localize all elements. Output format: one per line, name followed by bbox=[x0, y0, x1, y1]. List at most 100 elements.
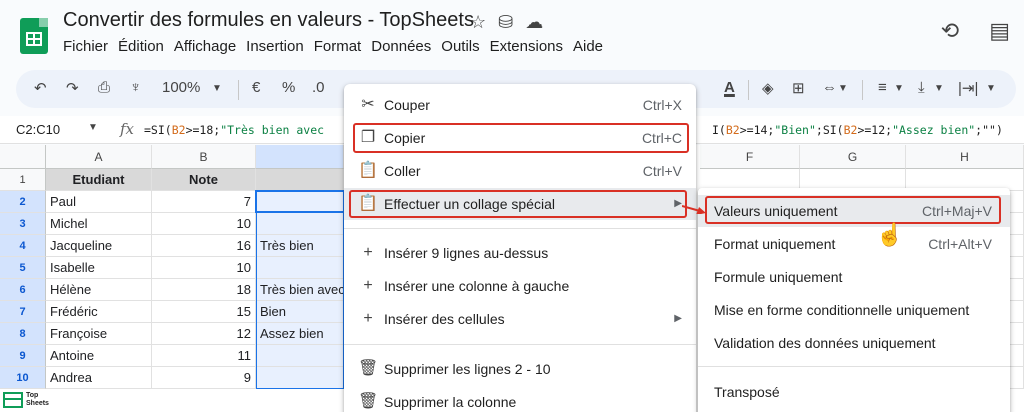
name-box-chevron-down-icon[interactable]: ▼ bbox=[88, 122, 98, 133]
row-header-9[interactable]: 9 bbox=[0, 345, 46, 367]
percent-format-button[interactable]: % bbox=[282, 79, 295, 96]
menu-item-coller[interactable]: 📋 Coller Ctrl+V bbox=[344, 155, 696, 187]
cell-a7[interactable]: Frédéric bbox=[46, 301, 152, 323]
column-header-h[interactable]: H bbox=[906, 145, 1024, 169]
formula-input[interactable]: =SI(B2>=18;"Très bien avec bbox=[144, 123, 324, 137]
cell-b5[interactable]: 10 bbox=[152, 257, 256, 279]
cell-b10[interactable]: 9 bbox=[152, 367, 256, 389]
name-box[interactable]: C2:C10 bbox=[16, 122, 60, 137]
menu-item-effectuer-un-collage-sp-cial[interactable]: 📋 Effectuer un collage spécial ▶ bbox=[344, 188, 696, 220]
cell-a6[interactable]: Hélène bbox=[46, 279, 152, 301]
row-header-1[interactable]: 1 bbox=[0, 169, 46, 191]
row-header-7[interactable]: 7 bbox=[0, 301, 46, 323]
row-header-10[interactable]: 10 bbox=[0, 367, 46, 389]
cell-a2[interactable]: Paul bbox=[46, 191, 152, 213]
valign-chevron-down-icon[interactable]: ▼ bbox=[934, 83, 944, 94]
vertical-align-icon[interactable]: ⤓ bbox=[918, 79, 925, 96]
star-icon[interactable]: ☆ bbox=[470, 12, 486, 33]
menu-fichier[interactable]: Fichier bbox=[63, 38, 116, 55]
cell-c1[interactable] bbox=[256, 169, 344, 191]
column-header-b[interactable]: B bbox=[152, 145, 256, 169]
comments-icon[interactable]: ▤ bbox=[989, 18, 1010, 44]
cell-b1[interactable]: Note bbox=[152, 169, 256, 191]
cell-a1[interactable]: Etudiant bbox=[46, 169, 152, 191]
row-header-3[interactable]: 3 bbox=[0, 213, 46, 235]
cell-a4[interactable]: Jacqueline bbox=[46, 235, 152, 257]
align-left-icon[interactable]: ≡ bbox=[878, 79, 887, 96]
menu-insertion[interactable]: Insertion bbox=[246, 38, 312, 55]
menu-item-couper[interactable]: ✂ Couper Ctrl+X bbox=[344, 89, 696, 121]
row-header-2[interactable]: 2 bbox=[0, 191, 46, 213]
menu-aide[interactable]: Aide bbox=[573, 38, 611, 55]
column-header-g[interactable]: G bbox=[800, 145, 906, 169]
row-header-6[interactable]: 6 bbox=[0, 279, 46, 301]
currency-format-button[interactable]: € bbox=[252, 79, 260, 96]
cell-c3[interactable] bbox=[256, 213, 344, 235]
undo-icon[interactable]: ↶ bbox=[34, 79, 47, 97]
column-header-c[interactable] bbox=[256, 145, 344, 169]
cell-b9[interactable]: 11 bbox=[152, 345, 256, 367]
submenu-item-formule-uniquement[interactable]: Formule uniquement bbox=[698, 261, 1010, 293]
submenu-item-validation-des-donn-es-uniquement[interactable]: Validation des données uniquement bbox=[698, 327, 1010, 359]
menu-item-copier[interactable]: ❐ Copier Ctrl+C bbox=[344, 122, 696, 154]
cell-a3[interactable]: Michel bbox=[46, 213, 152, 235]
paint-format-icon[interactable]: ♆ bbox=[130, 79, 141, 96]
formula-input-tail[interactable]: I(B2>=14;"Bien";SI(B2>=12;"Assez bien";"… bbox=[712, 123, 1003, 137]
row-header-8[interactable]: 8 bbox=[0, 323, 46, 345]
document-title[interactable]: Convertir des formules en valeurs - TopS… bbox=[63, 9, 474, 32]
wrap-chevron-down-icon[interactable]: ▼ bbox=[986, 83, 996, 94]
merge-chevron-down-icon[interactable]: ▼ bbox=[838, 83, 848, 94]
menu-edition[interactable]: Édition bbox=[118, 38, 172, 55]
column-header-f[interactable]: F bbox=[700, 145, 800, 169]
redo-icon[interactable]: ↷ bbox=[66, 79, 79, 97]
history-icon[interactable]: ⟲ bbox=[941, 18, 959, 44]
print-icon[interactable]: ⎙ bbox=[98, 79, 110, 96]
menu-extensions[interactable]: Extensions bbox=[490, 38, 571, 55]
menu-format[interactable]: Format bbox=[314, 38, 370, 55]
sheets-logo-icon[interactable] bbox=[20, 18, 48, 54]
zoom-select[interactable]: 100% bbox=[162, 79, 200, 96]
text-wrap-icon[interactable]: |⇥| bbox=[958, 79, 978, 97]
cell-c9[interactable] bbox=[256, 345, 344, 367]
cell-c10[interactable] bbox=[256, 367, 344, 389]
menu-item-ins-rer-9-lignes-au-dessus[interactable]: + Insérer 9 lignes au-dessus bbox=[344, 237, 696, 269]
borders-icon[interactable]: ⊞ bbox=[792, 79, 805, 97]
submenu-item-transpos[interactable]: Transposé bbox=[698, 376, 1010, 408]
select-all-corner[interactable] bbox=[0, 145, 46, 169]
submenu-item-format-uniquement[interactable]: Format uniquement Ctrl+Alt+V bbox=[698, 228, 1010, 260]
menu-item-supprimer-la-colonne[interactable]: 🗑 Supprimer la colonne bbox=[344, 386, 696, 412]
menu-donnees[interactable]: Données bbox=[371, 38, 439, 55]
cell-a9[interactable]: Antoine bbox=[46, 345, 152, 367]
submenu-item-valeurs-uniquement[interactable]: Valeurs uniquement Ctrl+Maj+V bbox=[698, 195, 1010, 227]
fill-color-icon[interactable]: ◈ bbox=[762, 79, 774, 97]
cell-b3[interactable]: 10 bbox=[152, 213, 256, 235]
cell-c8[interactable]: Assez bien bbox=[256, 323, 344, 345]
row-header-4[interactable]: 4 bbox=[0, 235, 46, 257]
menu-item-supprimer-les-lignes-2-10[interactable]: 🗑 Supprimer les lignes 2 - 10 bbox=[344, 353, 696, 385]
menu-item-ins-rer-une-colonne-gauche[interactable]: + Insérer une colonne à gauche bbox=[344, 270, 696, 302]
cell-b6[interactable]: 18 bbox=[152, 279, 256, 301]
merge-cells-icon[interactable]: ⇔ bbox=[822, 79, 837, 96]
menu-item-ins-rer-des-cellules[interactable]: + Insérer des cellules ▶ bbox=[344, 303, 696, 335]
cell-c4[interactable]: Très bien bbox=[256, 235, 344, 257]
cell-b8[interactable]: 12 bbox=[152, 323, 256, 345]
cell-b4[interactable]: 16 bbox=[152, 235, 256, 257]
cell-a5[interactable]: Isabelle bbox=[46, 257, 152, 279]
cell-b7[interactable]: 15 bbox=[152, 301, 256, 323]
cell-a8[interactable]: Françoise bbox=[46, 323, 152, 345]
zoom-chevron-down-icon[interactable]: ▼ bbox=[212, 83, 222, 94]
cell-c5[interactable] bbox=[256, 257, 344, 279]
row-header-5[interactable]: 5 bbox=[0, 257, 46, 279]
menu-outils[interactable]: Outils bbox=[441, 38, 487, 55]
cell-c2[interactable] bbox=[256, 191, 344, 213]
cell-c6[interactable]: Très bien avec bbox=[256, 279, 345, 301]
decrease-decimal-button[interactable]: .0 bbox=[312, 79, 325, 96]
column-header-a[interactable]: A bbox=[46, 145, 152, 169]
cloud-status-icon[interactable]: ☁ bbox=[525, 12, 543, 33]
text-color-button[interactable]: A bbox=[724, 79, 735, 96]
align-chevron-down-icon[interactable]: ▼ bbox=[894, 83, 904, 94]
cell-c7[interactable]: Bien bbox=[256, 301, 344, 323]
move-folder-icon[interactable]: ⛁ bbox=[498, 12, 513, 33]
menu-affichage[interactable]: Affichage bbox=[174, 38, 244, 55]
submenu-item-mise-en-forme-conditionnelle-uniquement[interactable]: Mise en forme conditionnelle uniquement bbox=[698, 294, 1010, 326]
